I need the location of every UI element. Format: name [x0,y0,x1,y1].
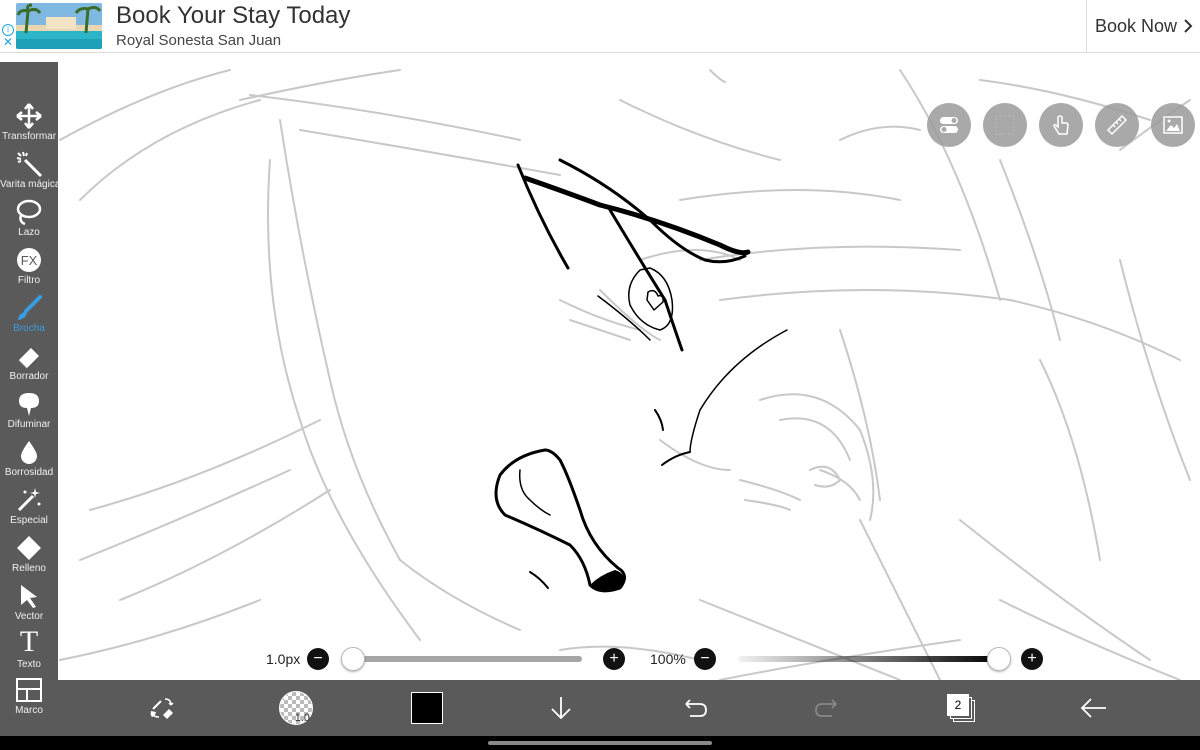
undo-button[interactable] [672,680,716,736]
toggle-options-button[interactable] [927,103,971,147]
special-icon [17,488,41,512]
brush-preview-button[interactable]: 1.0 [274,680,318,736]
color-swatch [411,692,443,724]
drawing-canvas[interactable] [58,62,1200,680]
layers-icon: 2 [947,694,975,722]
system-nav-bar [0,736,1200,750]
bottom-toolbar: 1.0 2 [58,680,1200,736]
tool-difuminar[interactable]: Difuminar [0,390,58,438]
tool-especial[interactable]: Especial [0,486,58,534]
brush-preview-size: 1.0 [294,712,310,724]
opacity-increase-button[interactable]: + [1021,648,1043,670]
tool-label: Marco [15,705,43,716]
brush-eraser-swap-button[interactable] [140,680,184,736]
close-icon[interactable]: ✕ [3,36,13,48]
ad-banner[interactable]: i ✕ Book Your Stay Today Royal Sonesta S… [0,0,1200,53]
save-download-button[interactable] [539,680,583,736]
tool-label: Lazo [18,227,40,238]
blur-icon [19,393,39,416]
ruler-button[interactable] [1095,103,1139,147]
layer-count: 2 [947,694,969,716]
frame-icon [16,678,42,702]
finger-icon [1053,115,1069,135]
tool-brocha[interactable]: Brocha [0,294,58,342]
book-now-button[interactable]: Book Now [1086,0,1200,52]
opacity-track[interactable] [738,656,998,662]
tool-vector[interactable]: Vector [0,582,58,630]
ad-subtitle[interactable]: Royal Sonesta San Juan [116,32,281,49]
brush-size-knob[interactable] [341,647,365,671]
tool-relleno[interactable]: Relleno [0,534,58,582]
brush-size-track[interactable] [352,656,582,662]
image-icon [1163,116,1183,134]
toggle-icon [940,117,958,133]
finger-touch-button[interactable] [1039,103,1083,147]
tool-label: Especial [10,515,48,526]
layers-button[interactable]: 2 [939,680,983,736]
undo-icon [685,699,707,717]
move-icon [16,103,42,129]
down-arrow-icon [551,697,571,720]
opacity-decrease-button[interactable]: − [694,648,716,670]
brush-preview-icon: 1.0 [279,691,313,725]
color-picker-button[interactable] [405,680,449,736]
tool-label: Texto [17,659,41,670]
brush-icon [18,295,42,320]
brush-size-decrease-button[interactable]: − [307,648,329,670]
text-icon: T [19,625,39,658]
tool-sidebar: Transformar Varita mágica Lazo FX Filtro… [0,62,61,750]
brush-size-label: 1.0px [266,651,301,667]
tool-borrador[interactable]: Borrador [0,342,58,390]
back-arrow-icon [1080,698,1106,718]
lasso-icon [16,199,42,226]
tool-lazo[interactable]: Lazo [0,198,58,246]
tool-transformar[interactable]: Transformar [0,102,58,150]
tool-varita-magica[interactable]: Varita mágica [0,150,61,198]
magic-wand-icon [16,151,43,178]
tool-label: Borrador [9,371,49,382]
eraser-icon [18,348,39,369]
sketch-artwork [59,69,1191,680]
tool-texto[interactable]: T Texto [0,626,58,674]
swap-icon [150,698,174,719]
tool-label: Relleno [12,563,46,574]
tool-label: Vector [14,611,44,622]
tool-marco[interactable]: Marco [0,676,58,724]
tool-label: Varita mágica [0,179,61,190]
opacity-label: 100% [650,651,686,667]
vector-icon [21,585,37,608]
drop-icon [21,441,37,464]
ruler-icon [1106,114,1128,136]
tool-label: Transformar [1,131,57,142]
book-now-label: Book Now [1094,15,1178,36]
fill-icon [17,536,41,560]
tool-label: Borrosidad [4,467,54,478]
selection-button[interactable] [983,103,1027,147]
brush-size-increase-button[interactable]: + [603,648,625,670]
home-indicator[interactable] [488,741,712,745]
ad-title[interactable]: Book Your Stay Today [116,2,350,30]
ad-thumbnail[interactable] [16,3,102,49]
image-button[interactable] [1151,103,1195,147]
tool-label: Brocha [13,323,45,334]
opacity-knob[interactable] [987,647,1011,671]
fx-glyph: FX [21,253,38,268]
back-button[interactable] [1072,680,1116,736]
tool-label: Difuminar [7,419,51,430]
tool-borrosidad[interactable]: Borrosidad [0,438,58,486]
selection-icon [995,115,1015,135]
tool-label: Filtro [17,275,41,286]
fx-icon: FX [17,248,41,272]
redo-icon [815,699,837,717]
redo-button[interactable] [806,680,850,736]
tool-filtro[interactable]: FX Filtro [0,246,58,294]
chevron-right-icon [1184,19,1193,33]
